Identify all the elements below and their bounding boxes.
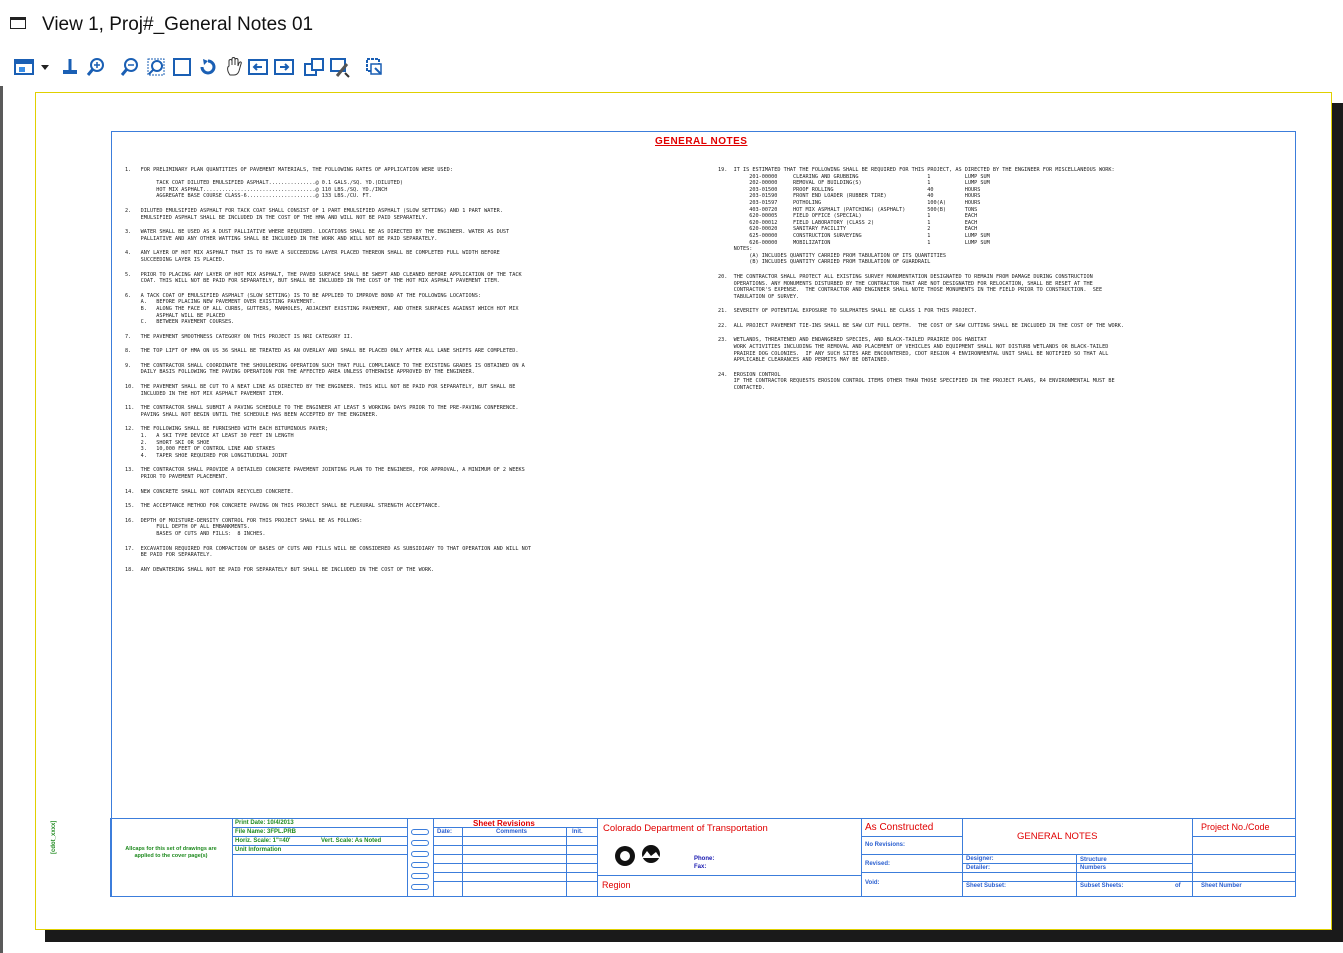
general-note-12: 12. THE FOLLOWING SHALL BE FURNISHED WIT… [125,426,329,459]
sheet-title-block-title: GENERAL NOTES [1017,831,1098,842]
general-note-right-3: 21. SEVERITY OF POTENTIAL EXPOSURE TO SU… [718,308,978,315]
void-label: Void: [865,880,880,886]
detailer-label: Detailer: [966,865,991,871]
revised-label: Revised: [865,861,891,867]
general-note-5: 5. PRIOR TO PLACING ANY LAYER OF HOT MIX… [125,271,522,285]
copy-view-icon[interactable] [302,55,326,79]
revision-comments-header: Comments [496,829,528,835]
print-date: Print Date: 10/4/2013 [235,820,294,826]
window-title: View 1, Proj#_General Notes 01 [42,14,314,35]
general-notes-heading: GENERAL NOTES [655,136,748,147]
view-toolbar [0,52,1343,86]
file-name: File Name: 3FPL.PRB [235,829,297,835]
general-note-right-4: 22. ALL PROJECT PAVEMENT TIE-INS SHALL B… [718,322,1125,329]
general-note-8: 8. THE TOP LIFT OF HMA ON US 36 SHALL BE… [125,348,519,355]
next-view-icon[interactable] [272,55,296,79]
no-revisions-label: No Revisions: [865,842,906,848]
view-groups-icon[interactable] [12,55,36,79]
sheet-revisions-heading: Sheet Revisions [473,819,535,828]
designer-label: Designer: [966,856,994,862]
region-label: Region [602,880,631,890]
structure-label: Structure [1080,857,1107,863]
phone-label: Phone: [694,856,715,862]
vert-scale: Vert. Scale: As Noted [321,838,382,844]
general-note-right-1: 19. IT IS ESTIMATED THAT THE FOLLOWING S… [718,167,1115,266]
sheet-shadow-right [1332,103,1343,940]
department-name: Colorado Department of Transportation [603,823,768,834]
pan-view-icon[interactable] [222,55,246,79]
sheet-subset-label: Sheet Subset: [966,883,1007,889]
cdot-logo-icon [611,842,671,870]
window-titlebar: View 1, Proj#_General Notes 01 [0,0,1343,52]
unit-information: Unit Information [235,847,282,853]
update-view-icon[interactable] [58,55,82,79]
general-note-right-5: 23. WETLANDS, THREATENED AND ENDANGERED … [718,337,1109,364]
dropdown-arrow-icon[interactable] [38,55,52,79]
general-note-1: 1. FOR PRELIMINARY PLAN QUANTITIES OF PA… [125,167,453,200]
horiz-scale: Horiz. Scale: 1"=40' [235,838,291,844]
of-label: of [1175,883,1181,889]
general-note-11: 11. THE CONTRACTOR SHALL SUBMIT A PAVING… [125,405,519,418]
fax-label: Fax: [694,864,707,870]
fit-view-icon[interactable] [170,55,194,79]
general-note-13: 13. THE CONTRACTOR SHALL PROVIDE A DETAI… [125,467,525,480]
notes-left-column: 1. FOR PRELIMINARY PLAN QUANTITIES OF PA… [125,167,685,581]
general-note-17: 17. EXCAVATION REQUIRED FOR COMPACTION O… [125,545,532,559]
revision-init-header: Init. [572,829,583,835]
previous-view-icon[interactable] [246,55,270,79]
general-note-7: 7. THE PAVEMENT SMOOTHNESS CATEGORY ON T… [125,333,353,340]
sheet-shadow-bottom [45,930,1343,942]
notes-right-column: 19. IT IS ESTIMATED THAT THE FOLLOWING S… [718,167,1283,400]
general-note-2: 2. DILUTED EMULSIFIED ASPHALT FOR TACK C… [125,207,503,221]
sheet-number-label: Sheet Number [1201,883,1242,889]
window-icon [10,17,26,29]
sheet-side-label: [cdot_xxxx] [51,820,57,854]
general-note-9: 9. THE CONTRACTOR SHALL COORDINATE THE S… [125,362,525,376]
general-note-18: 18. ANY DEWATERING SHALL NOT BE PAID FOR… [125,566,435,573]
view-attributes-icon[interactable] [328,55,352,79]
revision-date-header: Date: [437,829,453,835]
general-note-10: 10. THE PAVEMENT SHALL BE CUT TO A NEAT … [125,384,516,397]
window-area-icon[interactable] [144,55,168,79]
general-note-14: 14. NEW CONCRETE SHALL NOT CONTAIN RECYC… [125,488,294,495]
title-block: [cdot_xxxx] Allcaps for this set of draw… [51,818,1296,897]
as-constructed-heading: As Constructed [865,822,934,833]
clip-volume-icon[interactable] [362,55,386,79]
window-left-edge [0,86,3,953]
zoom-in-icon[interactable] [84,55,108,79]
general-note-16: 16. DEPTH OF MOISTURE-DENSITY CONTROL FO… [125,517,363,537]
project-number-heading: Project No./Code [1201,822,1270,832]
rotate-view-icon[interactable] [196,55,220,79]
general-note-6: 6. A TACK COAT OF EMULSIFIED ASPHALT (SL… [125,292,519,326]
general-note-4: 4. ANY LAYER OF HOT MIX ASPHALT THAT IS … [125,250,500,263]
subset-sheets-label: Subset Sheets: [1080,883,1124,889]
zoom-out-icon[interactable] [118,55,142,79]
numbers-label: Numbers [1080,865,1107,871]
general-note-right-2: 20. THE CONTRACTOR SHALL PROTECT ALL EXI… [718,273,1103,300]
general-note-3: 3. WATER SHALL BE USED AS A DUST PALLIAT… [125,229,510,242]
cover-note: Allcaps for this set of drawings are app… [125,846,217,859]
general-note-15: 15. THE ACCEPTANCE METHOD FOR CONCRETE P… [125,503,441,510]
general-note-right-6: 24. EROSION CONTROL IF THE CONTRACTOR RE… [718,371,1115,392]
